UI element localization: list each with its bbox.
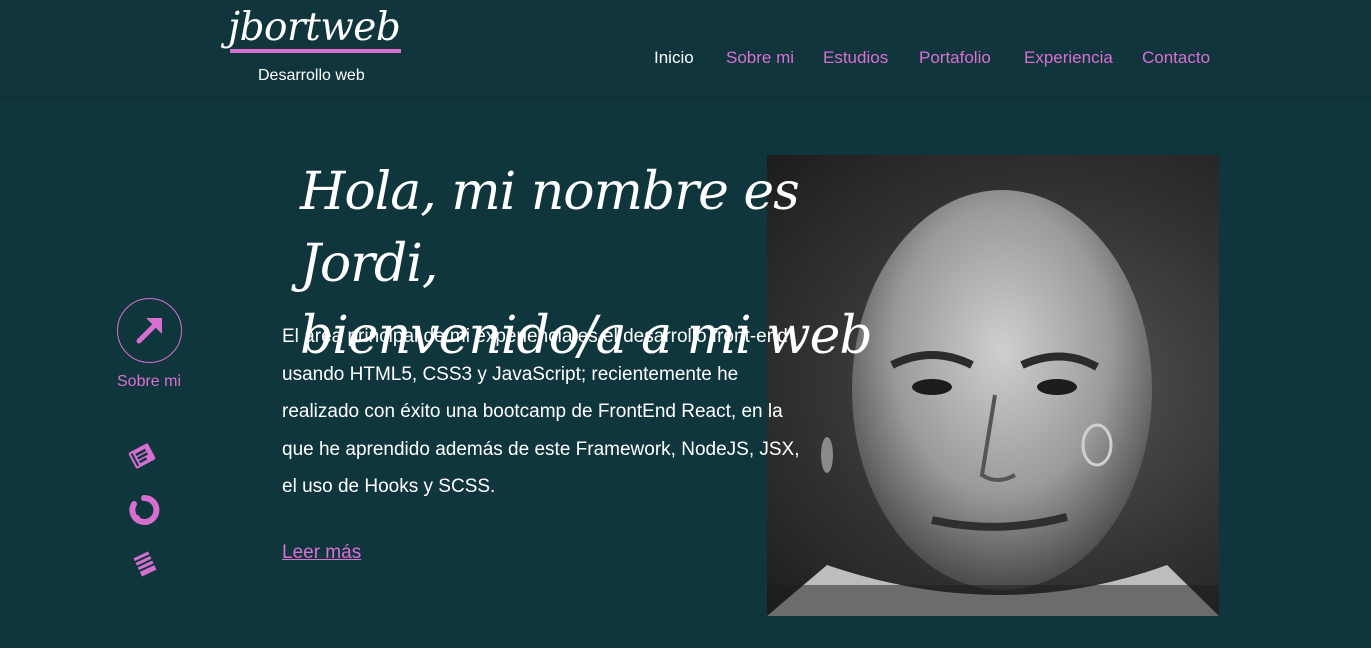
sobre-mi-label[interactable]: Sobre mi xyxy=(117,373,181,391)
logo-underline xyxy=(230,49,401,53)
logo-subtitle: Desarrollo web xyxy=(258,67,365,84)
read-more-link[interactable]: Leer más xyxy=(282,542,361,564)
nav-item-sobre-mi[interactable]: Sobre mi xyxy=(726,48,794,68)
nav-item-portafolio[interactable]: Portafolio xyxy=(919,48,991,68)
spinner-icon[interactable] xyxy=(128,494,160,526)
hero-title-line-1: Hola, mi nombre es Jordi, xyxy=(300,162,800,294)
nav-item-contacto[interactable]: Contacto xyxy=(1142,48,1210,68)
nav-item-experiencia[interactable]: Experiencia xyxy=(1024,48,1113,68)
logo[interactable]: jbortweb Desarrollo web xyxy=(228,6,401,84)
arrow-up-right-icon xyxy=(136,318,162,344)
stack-icon[interactable] xyxy=(129,548,161,580)
nav-item-estudios[interactable]: Estudios xyxy=(823,48,888,68)
logo-text[interactable]: jbortweb xyxy=(228,6,401,50)
book-icon[interactable] xyxy=(126,440,158,472)
sobre-mi-circle-button[interactable] xyxy=(117,298,182,363)
hero-description: El área principal de mi experiencia es e… xyxy=(282,326,800,497)
nav-item-inicio[interactable]: Inicio xyxy=(654,48,694,68)
site-header: jbortweb Desarrollo web Inicio Sobre mi … xyxy=(0,0,1371,96)
